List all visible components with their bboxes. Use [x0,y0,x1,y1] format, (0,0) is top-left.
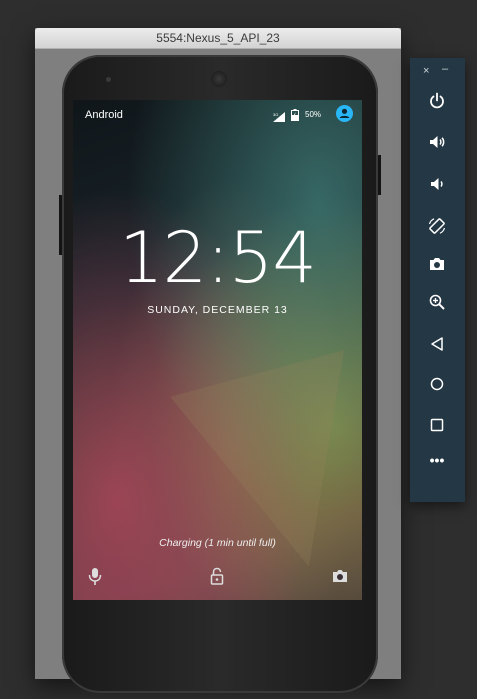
screenshot-button[interactable] [422,249,452,279]
carrier-label: Android [85,109,123,121]
rotate-icon [427,216,447,236]
proximity-sensor [106,77,111,82]
lock-screen[interactable]: Android 3G 50% 12:54 SUNDAY, DECEMBER 13… [73,100,362,600]
lock-date: SUNDAY, DECEMBER 13 [147,304,288,316]
volume-up-icon [428,133,446,151]
svg-text:3G: 3G [273,112,278,117]
microphone-icon[interactable] [85,566,105,586]
volume-down-button[interactable] [422,169,452,199]
lock-clock: 12:54 [119,217,317,299]
rotate-button[interactable] [422,211,452,241]
user-icon[interactable] [336,105,353,122]
status-bar: Android 3G 50% [73,100,362,128]
volume-down-icon [428,175,446,193]
front-camera [211,71,227,87]
back-icon [429,336,445,352]
volume-rocker [59,195,62,255]
overview-icon [429,417,445,433]
desktop-background: 5554:Nexus_5_API_23 Android 3G 50% 12:54… [0,0,477,699]
wallpaper-shape [170,350,362,590]
close-icon[interactable]: × [423,65,429,77]
home-icon [429,376,445,392]
more-options-button[interactable]: ••• [422,453,452,473]
power-icon [428,92,446,110]
camera-shortcut-icon[interactable] [330,566,350,586]
battery-percent: 50% [305,110,322,119]
power-key [378,155,381,195]
unlock-icon[interactable] [207,566,227,586]
zoom-icon [428,293,446,311]
volume-up-button[interactable] [422,127,452,157]
minimize-icon[interactable]: – [442,63,448,75]
zoom-button[interactable] [422,287,452,317]
overview-button[interactable] [422,410,452,440]
power-button[interactable] [422,86,452,116]
signal-icon: 3G [273,109,285,122]
window-title[interactable]: 5554:Nexus_5_API_23 [35,28,401,49]
charging-status: Charging (1 min until full) [159,537,276,549]
battery-icon [291,108,299,121]
emulator-toolbar: × – ••• [410,58,465,502]
home-button[interactable] [422,369,452,399]
back-button[interactable] [422,329,452,359]
camera-icon [428,255,446,273]
